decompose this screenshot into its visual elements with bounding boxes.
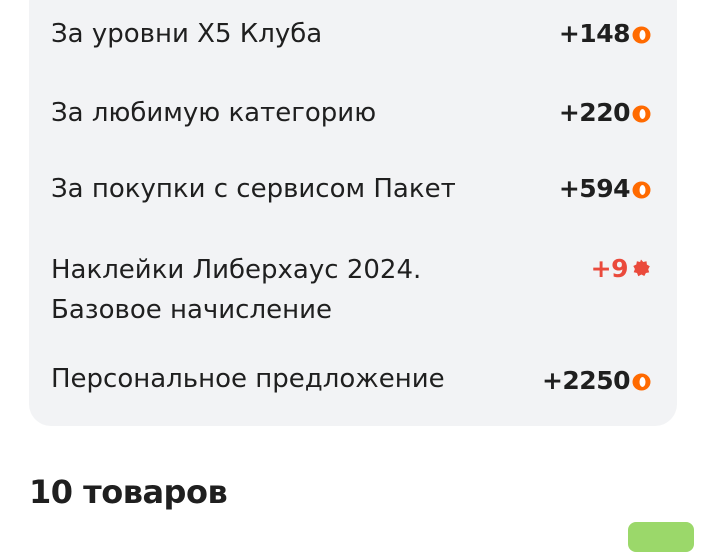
bonus-row-label: Наклейки Либерхаус 2024. Базовое начисле… bbox=[51, 255, 422, 325]
bonus-row-value: +148 bbox=[559, 17, 651, 51]
bonus-amount: +594 bbox=[558, 174, 631, 203]
bonus-row-label: За уровни X5 Клуба bbox=[51, 19, 323, 49]
products-count-heading: 10 товаров bbox=[29, 473, 228, 511]
bonus-row-label: За любимую категорию bbox=[51, 98, 377, 128]
bonus-row-label: Персональное предложение bbox=[51, 364, 445, 394]
bonus-amount: +2250 bbox=[541, 366, 631, 395]
bonus-row-value: +2250 bbox=[542, 364, 651, 398]
bonus-row-value: +220 bbox=[559, 96, 651, 130]
bonus-row-value: +594 bbox=[559, 172, 651, 206]
sticker-icon bbox=[633, 259, 650, 277]
coin-icon bbox=[632, 105, 651, 123]
bonus-amount: +148 bbox=[558, 19, 631, 48]
bonus-amount: +9 bbox=[590, 254, 629, 283]
coin-icon bbox=[632, 373, 651, 391]
add-to-cart-button[interactable] bbox=[628, 522, 694, 552]
coin-icon bbox=[632, 181, 651, 199]
bonus-row-label: За покупки с сервисом Пакет bbox=[51, 174, 456, 204]
bonus-row-value: +9 bbox=[591, 252, 651, 286]
coin-icon bbox=[632, 26, 651, 44]
bonus-amount: +220 bbox=[558, 98, 631, 127]
